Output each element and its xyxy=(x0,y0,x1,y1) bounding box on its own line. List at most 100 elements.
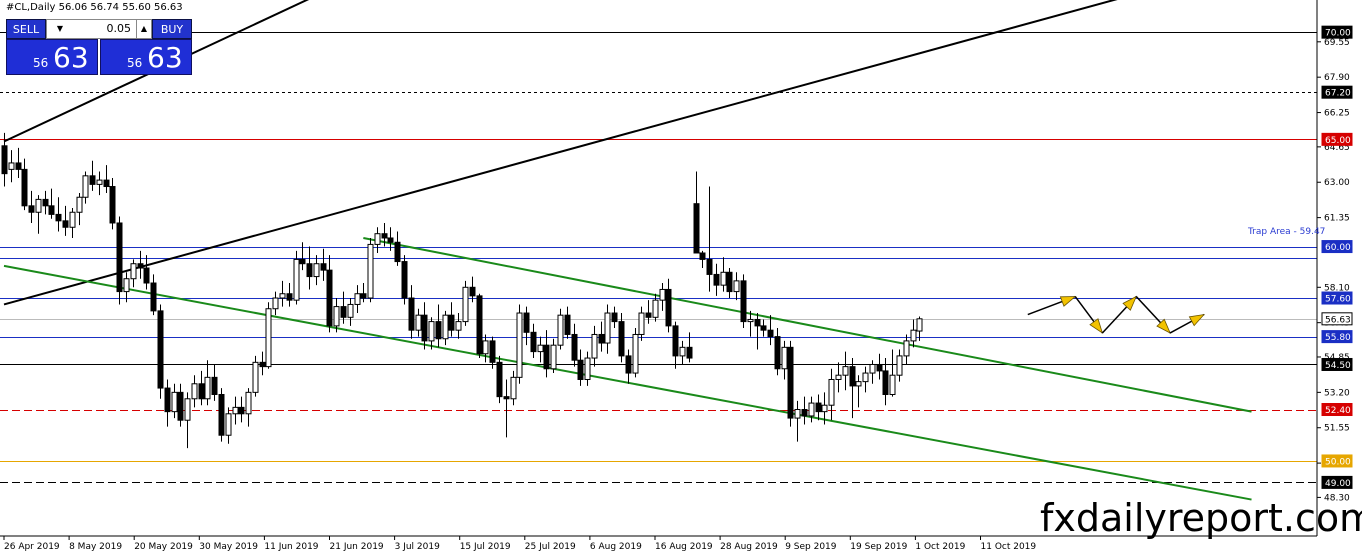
candle-body xyxy=(326,269,333,327)
candle-body xyxy=(530,331,537,353)
x-tick-label-6: 3 Jul 2019 xyxy=(395,542,440,552)
candle-body xyxy=(835,374,842,380)
candle-body xyxy=(238,406,245,415)
candle-body xyxy=(489,340,496,363)
candle-body xyxy=(652,299,659,318)
level-tag-0: 70.00 xyxy=(1325,29,1351,39)
level-tag-2: 65.00 xyxy=(1325,136,1351,146)
candle-body xyxy=(69,211,76,228)
candle-body xyxy=(245,391,252,415)
candle-body xyxy=(625,355,632,374)
x-tick-label-2: 20 May 2019 xyxy=(134,542,193,552)
level-tag-5: 56.63 xyxy=(1325,315,1351,325)
candle-body xyxy=(272,297,279,310)
candle-body xyxy=(828,378,835,406)
candle-body xyxy=(306,263,313,278)
sell-price-small: 56 xyxy=(33,56,49,70)
candle-body xyxy=(415,314,422,331)
candle-70 xyxy=(476,293,483,359)
candle-body xyxy=(1,145,8,175)
buy-button[interactable]: BUY xyxy=(152,19,192,39)
candle-body xyxy=(774,336,781,370)
candle-82 xyxy=(557,308,564,350)
price-chart[interactable]: 69.5567.9066.2564.6563.0061.3558.1056.45… xyxy=(0,0,1362,554)
candle-body xyxy=(611,312,618,323)
candle-body xyxy=(699,252,706,260)
sell-price-big: 63 xyxy=(53,41,89,74)
candle-body xyxy=(638,312,645,335)
candle-body xyxy=(265,308,272,368)
candle-body xyxy=(510,376,517,400)
level-tag-6: 55.80 xyxy=(1325,333,1351,343)
candle-93 xyxy=(632,328,639,378)
candle-54 xyxy=(367,237,374,303)
candle-body xyxy=(442,314,449,340)
candle-body xyxy=(177,391,184,421)
candle-23 xyxy=(157,304,164,399)
candle-37 xyxy=(252,355,259,397)
sell-button[interactable]: SELL xyxy=(6,19,46,39)
candle-body xyxy=(448,314,455,331)
y-tick-label-4: 63.00 xyxy=(1324,178,1350,188)
candle-body xyxy=(543,344,550,370)
candle-body xyxy=(815,402,822,413)
candle-body xyxy=(198,383,205,400)
candle-body xyxy=(89,175,96,185)
y-tick-label-10: 51.55 xyxy=(1324,424,1350,434)
lot-increase-icon[interactable]: ▲ xyxy=(136,20,151,38)
candle-body xyxy=(462,286,469,323)
candle-body xyxy=(435,321,442,340)
candle-body xyxy=(577,359,584,380)
level-tag-7: 54.50 xyxy=(1325,361,1351,371)
candle-body xyxy=(157,310,164,389)
level-tag-10: 49.00 xyxy=(1325,479,1351,489)
candle-39 xyxy=(265,302,272,369)
candle-body xyxy=(591,333,598,359)
candle-body xyxy=(150,282,157,312)
candle-body xyxy=(367,243,374,299)
lot-size-input[interactable]: ▼ 0.05 ▲ xyxy=(46,19,152,39)
level-tag-3: 60.00 xyxy=(1325,243,1351,253)
candle-body xyxy=(218,393,225,436)
y-tick-label-5: 61.35 xyxy=(1324,214,1350,224)
candle-body xyxy=(849,366,856,387)
candle-body xyxy=(455,321,462,331)
candle-body xyxy=(387,237,394,243)
candle-body xyxy=(374,233,381,245)
candle-body xyxy=(476,295,483,355)
candle-body xyxy=(523,312,530,333)
candle-body xyxy=(706,258,713,275)
candle-body xyxy=(333,306,340,327)
candle-body xyxy=(557,314,564,346)
x-tick-label-4: 11 Jun 2019 xyxy=(264,542,318,552)
candle-body xyxy=(225,413,232,436)
candle-body xyxy=(15,162,22,170)
one-click-trading-panel: SELL ▼ 0.05 ▲ BUY 56 63 56 63 xyxy=(6,19,192,75)
buy-price-small: 56 xyxy=(127,56,143,70)
candle-body xyxy=(35,198,42,213)
candle-body xyxy=(781,346,788,370)
lot-decrease-icon[interactable]: ▼ xyxy=(53,20,67,38)
x-tick-label-14: 1 Oct 2019 xyxy=(915,542,965,552)
x-axis-ticks: 26 Apr 2019 8 May 2019 20 May 2019 30 May 2… xyxy=(3,536,1036,552)
candle-body xyxy=(421,314,428,342)
candle-body xyxy=(116,222,123,293)
candle-body xyxy=(62,220,69,228)
candle-body xyxy=(137,263,144,269)
candle-body xyxy=(910,329,917,342)
buy-price-box[interactable]: 56 63 xyxy=(100,39,192,75)
sell-price-box[interactable]: 56 63 xyxy=(6,39,98,75)
candle-body xyxy=(21,168,28,207)
candle-body xyxy=(808,402,815,417)
candle-body xyxy=(618,321,625,357)
candle-body xyxy=(754,318,761,327)
candle-body xyxy=(394,241,401,263)
candle-body xyxy=(733,280,740,293)
level-tag-1: 67.20 xyxy=(1325,89,1351,99)
candle-body xyxy=(299,258,306,265)
y-tick-label-2: 66.25 xyxy=(1324,109,1350,119)
trap-area-label: Trap Area - 59.47 xyxy=(1248,227,1326,237)
candle-body xyxy=(889,374,896,395)
y-tick-label-0: 69.55 xyxy=(1324,38,1350,48)
candle-body xyxy=(204,376,211,400)
